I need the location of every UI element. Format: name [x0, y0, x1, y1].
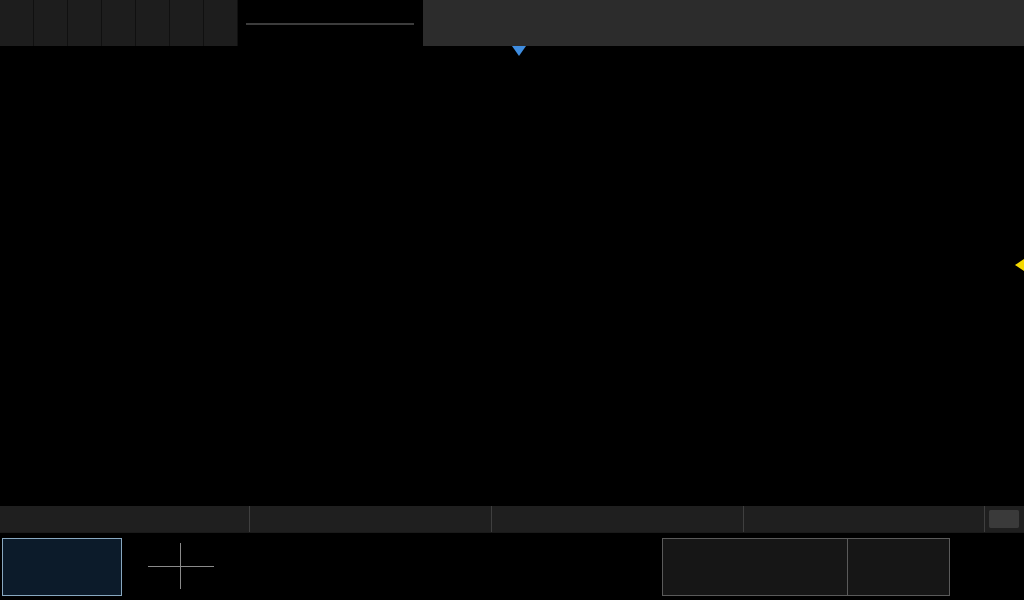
measurement-slot-stdev[interactable]: [744, 506, 985, 532]
menu-item-acquire[interactable]: [68, 0, 102, 46]
cursors-panel-button[interactable]: [422, 0, 1024, 46]
menu-bar: [0, 0, 238, 46]
top-menu-bar: [0, 0, 1024, 46]
menu-item-display[interactable]: [34, 0, 68, 46]
frequency-counter: [246, 23, 414, 25]
measurement-bar: [0, 505, 1024, 532]
oscilloscope-screen: [0, 0, 1024, 600]
measurements-close-button[interactable]: [989, 510, 1019, 528]
menu-item-meas[interactable]: [170, 0, 204, 46]
measurement-slot-pkpk[interactable]: [0, 506, 250, 532]
menu-item-analysis[interactable]: [204, 0, 238, 46]
measurement-slot-median[interactable]: [492, 506, 744, 532]
brand-status-block: [238, 0, 422, 46]
waveform-canvas: [0, 46, 300, 196]
status-bar: [0, 532, 1024, 600]
trigger-panel[interactable]: [848, 539, 949, 595]
timebase-panel[interactable]: [663, 539, 848, 595]
menu-item-utility[interactable]: [0, 0, 34, 46]
crosshair-icon: [148, 543, 214, 589]
measurement-slot-freq[interactable]: [250, 506, 492, 532]
trigger-position-marker[interactable]: [512, 46, 526, 56]
trigger-level-marker[interactable]: [1015, 259, 1024, 271]
crosshair-horizontal-line: [148, 566, 214, 567]
crosshair-vertical-line: [180, 543, 181, 589]
menu-item-cursors[interactable]: [136, 0, 170, 46]
channel1-descriptor[interactable]: [2, 538, 122, 596]
menu-item-trigger[interactable]: [102, 0, 136, 46]
waveform-area[interactable]: [0, 46, 1024, 505]
timebase-trigger-panels: [662, 538, 950, 596]
